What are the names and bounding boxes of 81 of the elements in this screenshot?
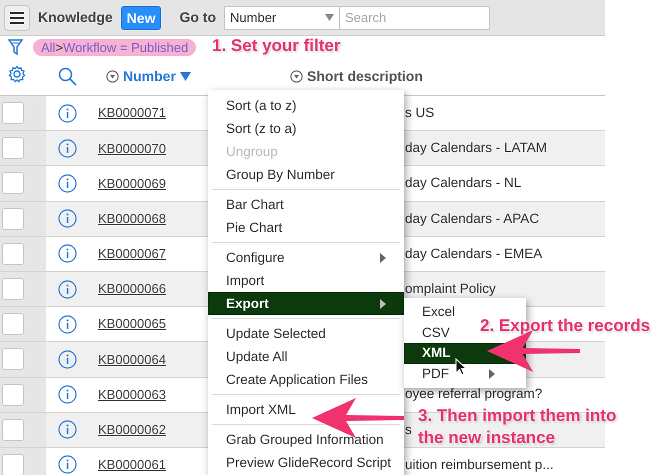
- table-cell-text: uition reimbursement p...: [405, 456, 554, 474]
- info-icon[interactable]: [58, 280, 76, 299]
- table-cell-text: day Calendars - NL: [405, 174, 522, 192]
- menu-item[interactable]: Sort (a to z): [208, 94, 315, 117]
- filter-icon[interactable]: [8, 38, 23, 56]
- menu-item[interactable]: Sort (z to a): [208, 117, 315, 140]
- record-link[interactable]: KB0000071: [98, 105, 166, 120]
- record-link[interactable]: KB0000061: [98, 457, 166, 472]
- info-icon[interactable]: [58, 455, 76, 474]
- menu-item[interactable]: Excel: [404, 302, 464, 322]
- search-icon[interactable]: [58, 67, 76, 86]
- column-menu-icon[interactable]: [290, 70, 303, 83]
- goto-label: Go to: [179, 8, 216, 27]
- menu-icon: [10, 12, 24, 24]
- record-link[interactable]: KB0000064: [98, 352, 166, 367]
- menu-item[interactable]: Export: [208, 292, 404, 315]
- row-checkbox[interactable]: [2, 313, 24, 336]
- menu-item[interactable]: Create Application Files: [208, 368, 386, 391]
- menu-item[interactable]: Update All: [208, 345, 306, 368]
- record-link[interactable]: KB0000070: [98, 140, 166, 156]
- column-header[interactable]: Number: [123, 66, 176, 87]
- breadcrumb-separator: >: [55, 40, 64, 54]
- row-checkbox[interactable]: [2, 348, 24, 370]
- info-icon[interactable]: [58, 420, 76, 440]
- record-link[interactable]: KB0000065: [98, 316, 166, 332]
- menu-item[interactable]: Bar Chart: [208, 193, 302, 216]
- column-header[interactable]: Short description: [307, 66, 423, 87]
- menu-button[interactable]: [4, 4, 30, 30]
- search-field[interactable]: Search: [340, 6, 490, 30]
- menu-item[interactable]: Grab Grouped Information: [208, 428, 402, 451]
- record-link[interactable]: KB0000063: [98, 386, 166, 402]
- cursor-icon: [455, 358, 467, 376]
- table-cell-text: day Calendars - EMEA: [405, 244, 542, 263]
- record-link[interactable]: KB0000067: [98, 246, 166, 262]
- row-checkbox[interactable]: [2, 242, 24, 265]
- row-checkbox[interactable]: [2, 418, 24, 441]
- column-menu-icon[interactable]: [106, 70, 119, 83]
- row-checkbox[interactable]: [2, 208, 24, 230]
- menu-item[interactable]: Update Selected: [208, 322, 344, 345]
- goto-select[interactable]: Number: [224, 6, 340, 30]
- menu-item[interactable]: Import XML: [208, 398, 314, 421]
- submenu-arrow-icon: [489, 368, 495, 379]
- row-checkbox[interactable]: [2, 454, 24, 475]
- annotation-text: 2. Export the records: [480, 315, 650, 337]
- info-icon[interactable]: [58, 350, 76, 369]
- table-cell-text: oyee referral program?: [405, 385, 542, 404]
- row-checkbox[interactable]: [2, 384, 24, 406]
- row-checkbox[interactable]: [2, 278, 24, 300]
- menu-item[interactable]: Pie Chart: [208, 216, 300, 239]
- menu-item[interactable]: CSV: [404, 322, 458, 343]
- record-link[interactable]: KB0000066: [98, 281, 166, 296]
- table-cell-text: day Calendars - APAC: [405, 210, 540, 228]
- table-cell-text: omplaint Policy: [405, 280, 496, 298]
- table-cell-text: s: [405, 420, 412, 439]
- info-icon[interactable]: [58, 244, 76, 264]
- info-icon[interactable]: [58, 385, 76, 404]
- menu-item[interactable]: Configure: [208, 246, 404, 269]
- info-icon[interactable]: [58, 174, 76, 193]
- record-link[interactable]: KB0000068: [98, 210, 166, 226]
- row-checkbox[interactable]: [2, 137, 24, 160]
- annotation-text: 1. Set your filter: [212, 35, 340, 57]
- table-cell-text: day Calendars - LATAM: [405, 139, 548, 158]
- info-icon[interactable]: [58, 104, 76, 123]
- menu-item: Ungroup: [225, 143, 279, 161]
- info-icon[interactable]: [58, 209, 76, 228]
- table-cell-text: s US: [405, 104, 434, 122]
- menu-item[interactable]: PDF: [404, 364, 503, 384]
- page-title: Knowledge: [38, 8, 113, 27]
- record-link[interactable]: KB0000069: [98, 176, 166, 191]
- menu-item[interactable]: Group By Number: [208, 163, 353, 186]
- row-checkbox[interactable]: [2, 102, 24, 124]
- info-icon[interactable]: [58, 314, 76, 334]
- menu-item[interactable]: Import: [208, 269, 282, 292]
- info-icon[interactable]: [58, 138, 76, 158]
- record-link[interactable]: KB0000062: [98, 422, 166, 438]
- submenu-arrow-icon: [380, 252, 386, 262]
- caret-icon: [325, 14, 334, 21]
- annotation-text: 3. Then import them into the new instance: [418, 405, 618, 449]
- row-checkbox[interactable]: [2, 172, 24, 194]
- submenu-arrow-icon: [380, 298, 386, 308]
- settings-icon[interactable]: [8, 64, 26, 83]
